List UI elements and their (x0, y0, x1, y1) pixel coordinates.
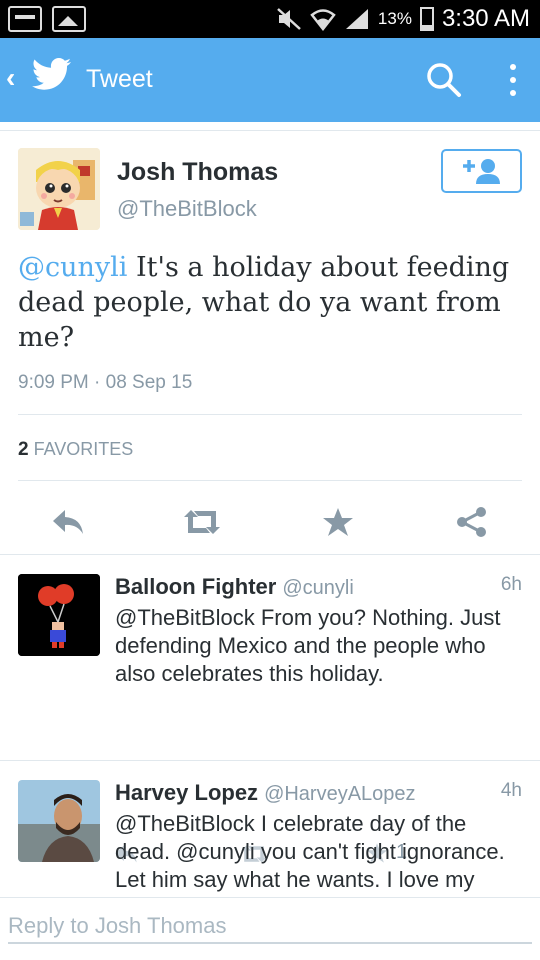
tweet-actions (0, 494, 540, 554)
reply-author-handle: @cunyli (282, 577, 354, 599)
reply-author[interactable]: Balloon Fighter @cunyli (115, 574, 354, 600)
reply-text: @TheBitBlock I celebrate day of the dead… (115, 811, 505, 897)
reply-author-name: Balloon Fighter (115, 574, 277, 599)
retweet-icon[interactable] (182, 502, 222, 542)
search-icon[interactable] (426, 62, 462, 98)
reply-time: 4h (500, 780, 522, 801)
signal-icon (345, 9, 368, 29)
mute-icon (277, 8, 301, 30)
favorites-number: 2 (18, 439, 29, 460)
more-vert-icon[interactable] (498, 60, 528, 100)
favorite-star-icon[interactable] (318, 502, 358, 542)
status-bar: 13% 3:30 AM (0, 0, 540, 38)
reply-input[interactable] (8, 910, 532, 944)
tweet-text: @cunyli It's a holiday about feeding dea… (18, 250, 523, 355)
twitter-bird-icon[interactable] (32, 58, 72, 92)
notification-icon (8, 6, 42, 32)
favorites-label: FAVORITES (33, 439, 134, 459)
tweet-detail: Josh Thomas @TheBitBlock @cunyli It's a … (0, 122, 540, 897)
divider (0, 130, 540, 131)
reply-author-name: Harvey Lopez (115, 780, 259, 805)
divider (18, 414, 522, 415)
gallery-icon (52, 6, 86, 32)
divider (18, 480, 522, 481)
reply-composer (0, 897, 540, 960)
mention-link[interactable]: @cunyli (18, 252, 127, 283)
avatar[interactable] (18, 780, 100, 862)
avatar[interactable] (18, 574, 100, 656)
reply-icon[interactable] (48, 502, 88, 542)
reply-time: 6h (500, 574, 522, 595)
wifi-icon (310, 9, 336, 31)
app-bar: ‹ Tweet (0, 38, 540, 122)
battery-icon (419, 7, 434, 31)
chevron-left-icon[interactable]: ‹ (6, 62, 15, 94)
author-handle[interactable]: @TheBitBlock (117, 196, 257, 222)
clock: 3:30 AM (441, 5, 530, 32)
reply-author[interactable]: Harvey Lopez @HarveyALopez (115, 780, 416, 806)
author-name[interactable]: Josh Thomas (117, 158, 278, 187)
reply-text: @TheBitBlock From you? Nothing. Just def… (115, 605, 501, 686)
reply-author-handle: @HarveyALopez (264, 783, 416, 805)
page-title: Tweet (86, 65, 153, 93)
reply-item[interactable]: Balloon Fighter @cunyli 6h @TheBitBlock F… (0, 554, 540, 863)
reply-item[interactable]: Harvey Lopez @HarveyALopez 4h @TheBitBloc… (0, 760, 540, 897)
share-icon[interactable] (452, 502, 492, 542)
add-user-icon (462, 159, 500, 184)
battery-percent: 13% (377, 9, 412, 28)
follow-button[interactable] (441, 149, 522, 193)
avatar[interactable] (18, 148, 100, 230)
favorites-count[interactable]: 2 FAVORITES (18, 439, 133, 461)
tweet-timestamp: 9:09 PM · 08 Sep 15 (18, 372, 193, 393)
